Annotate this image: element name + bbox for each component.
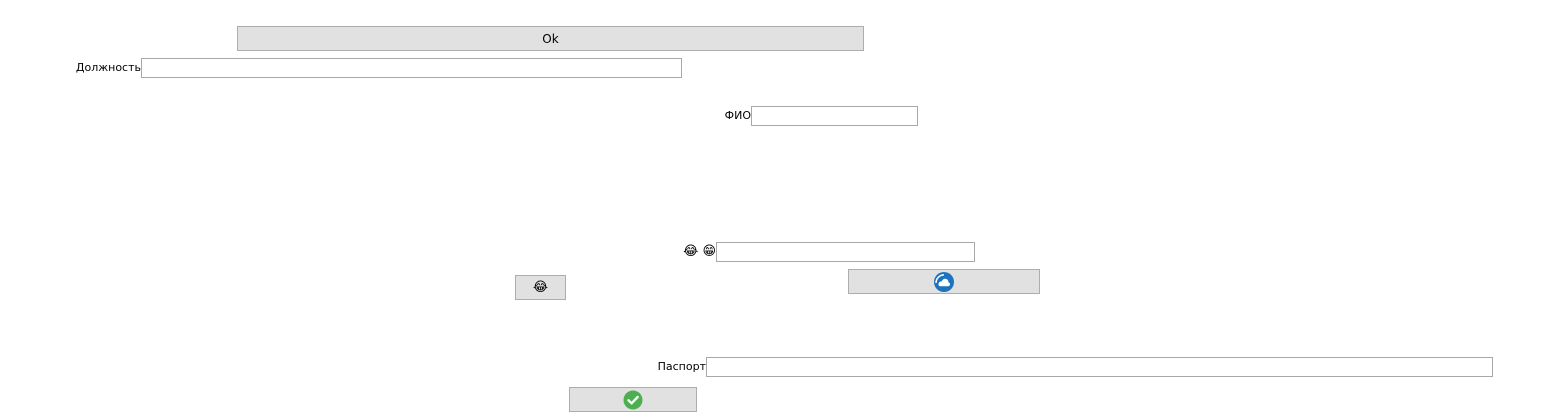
cloud-button[interactable] [848, 269, 1040, 294]
passport-label: Паспорт [657, 360, 706, 373]
laugh-button[interactable]: 😂 [515, 275, 566, 300]
emoji-label: 😂 😁 [640, 242, 716, 262]
fio-input[interactable] [751, 106, 918, 126]
laugh-emoji-icon: 😂 [532, 280, 549, 295]
position-label: Должность [75, 61, 141, 74]
position-input[interactable] [141, 58, 682, 78]
ok-button[interactable]: Ok [237, 26, 864, 51]
check-button[interactable] [569, 387, 697, 412]
emoji-label-text: 😂 😁 [683, 244, 716, 259]
emoji-input[interactable] [716, 242, 975, 262]
cloud-icon [933, 271, 955, 293]
fio-label: ФИО [724, 109, 751, 122]
passport-input[interactable] [706, 357, 1493, 377]
check-icon [623, 390, 643, 410]
